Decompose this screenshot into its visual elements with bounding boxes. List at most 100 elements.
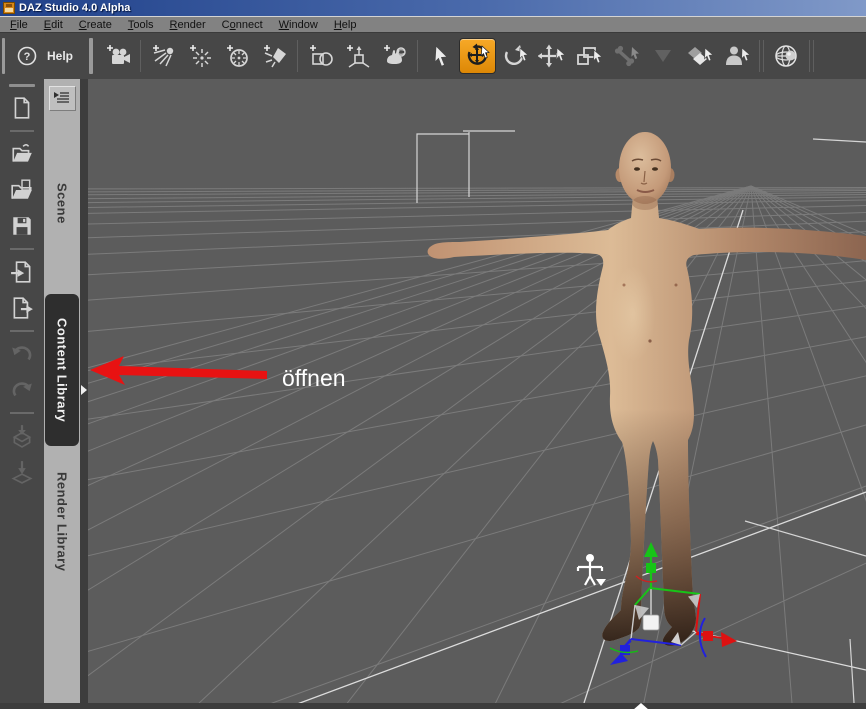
figure-head [619,132,671,204]
new-spotlight-icon [226,45,248,67]
svg-text:?: ? [24,51,31,63]
menu-edit[interactable]: Edit [36,19,71,31]
redo-icon [12,382,32,397]
toolbar-separator [297,40,299,72]
separator [10,130,34,132]
universal-tool-icon [467,43,490,65]
new-linear-point-light-button[interactable] [256,35,293,77]
title-bar[interactable]: DAZ Studio 4.0 Alpha [0,0,866,16]
new-file-button[interactable] [5,91,39,125]
drop-to-floor-button[interactable] [5,455,39,489]
new-dformer-icon [383,45,406,64]
new-dformer-button[interactable] [376,35,413,77]
globe-icon [774,45,797,67]
menu-create[interactable]: Create [71,19,120,31]
bottom-pane-strip[interactable] [0,703,866,709]
menu-connect[interactable]: Connect [214,19,271,31]
new-distant-light-icon [152,45,173,67]
toolbar-separator [140,40,142,72]
viewport-scene: öffnen [88,79,866,703]
import-file-icon [11,261,31,283]
pane-splitter[interactable] [80,79,88,703]
window-title: DAZ Studio 4.0 Alpha [19,1,131,14]
surface-selection-tool-button[interactable] [681,35,718,77]
menu-tools[interactable]: Tools [120,19,162,31]
app-icon [3,2,15,14]
gizmo-x-handle[interactable] [703,631,713,641]
node-selection-tool-button[interactable] [422,35,459,77]
frame-selection-button[interactable] [5,419,39,453]
new-point-light-icon [189,45,211,67]
scale-tool-icon [576,47,603,65]
menu-render[interactable]: Render [162,19,214,31]
viewport-background [88,79,866,703]
gizmo-z-handle[interactable] [620,645,630,655]
toolbar-grip[interactable] [2,38,5,74]
daz-studio-window: DAZ Studio 4.0 Alpha File Edit Create To… [0,0,866,709]
main-area: Scene Content Library Render Library öff… [0,79,866,703]
tab-scene[interactable]: Scene [45,115,79,291]
help-icon: ? [17,46,37,66]
new-primitive-button[interactable] [302,35,339,77]
rotate-tool-icon [504,45,529,66]
gizmo-center-handle[interactable] [642,614,660,631]
help-button[interactable]: ? Help [10,36,83,76]
tab-render-library[interactable]: Render Library [45,449,79,595]
joint-editor-tool-icon [614,45,639,67]
new-file-icon [14,97,30,119]
tab-content-library[interactable]: Content Library [45,294,79,446]
toolbar-separator [759,40,761,72]
redo-button[interactable] [5,373,39,407]
pane-options-icon [54,92,69,103]
pane-options-button[interactable] [48,86,76,111]
save-file-icon [13,217,31,235]
export-file-button[interactable] [5,291,39,325]
merge-file-button[interactable] [5,173,39,207]
translate-tool-button[interactable] [533,35,570,77]
menu-window[interactable]: Window [271,19,326,31]
new-null-icon [346,45,369,68]
toolbar-separator [809,40,811,72]
menu-file[interactable]: File [2,19,36,31]
file-toolbar [0,79,44,703]
translate-tool-icon [537,44,566,68]
save-file-button[interactable] [5,209,39,243]
toolbar-grip[interactable] [89,38,94,74]
toolbar-separator [417,40,419,72]
import-file-button[interactable] [5,255,39,289]
side-tab-strip: Scene Content Library Render Library [44,79,80,703]
new-camera-icon [106,45,130,64]
rotate-tool-button[interactable] [496,35,533,77]
undo-button[interactable] [5,337,39,371]
universal-tool-button[interactable] [459,38,497,74]
new-linear-point-light-icon [263,45,286,68]
frame-selection-icon [12,425,32,448]
scale-tool-button[interactable] [570,35,607,77]
expand-pane-arrow-icon[interactable] [81,385,87,395]
file-toolbar-grip[interactable] [9,84,35,87]
menu-help[interactable]: Help [326,19,365,31]
tool-dropdown-button[interactable] [644,35,681,77]
globe-tool-button[interactable] [768,35,805,77]
menu-bar: File Edit Create Tools Render Connect Wi… [0,16,866,32]
expand-bottom-pane-icon[interactable] [633,703,649,709]
export-file-icon [13,297,33,319]
separator [10,330,34,332]
figure-selection-tool-button[interactable] [718,35,755,77]
open-file-button[interactable] [5,137,39,171]
joint-editor-tool-button[interactable] [607,35,644,77]
viewport-3d[interactable]: öffnen [88,79,866,703]
new-point-light-button[interactable] [182,35,219,77]
annotation-text: öffnen [282,365,346,391]
new-camera-button[interactable] [99,35,136,77]
main-toolbar: ? Help [0,32,866,79]
dropdown-arrow-icon [654,50,671,62]
gizmo-y-handle[interactable] [646,563,656,573]
new-null-button[interactable] [339,35,376,77]
new-spotlight-button[interactable] [219,35,256,77]
new-distant-light-button[interactable] [145,35,182,77]
figure-selection-tool-icon [725,46,751,65]
undo-icon [12,346,32,361]
node-selection-tool-icon [434,45,448,67]
merge-file-icon [11,179,32,199]
